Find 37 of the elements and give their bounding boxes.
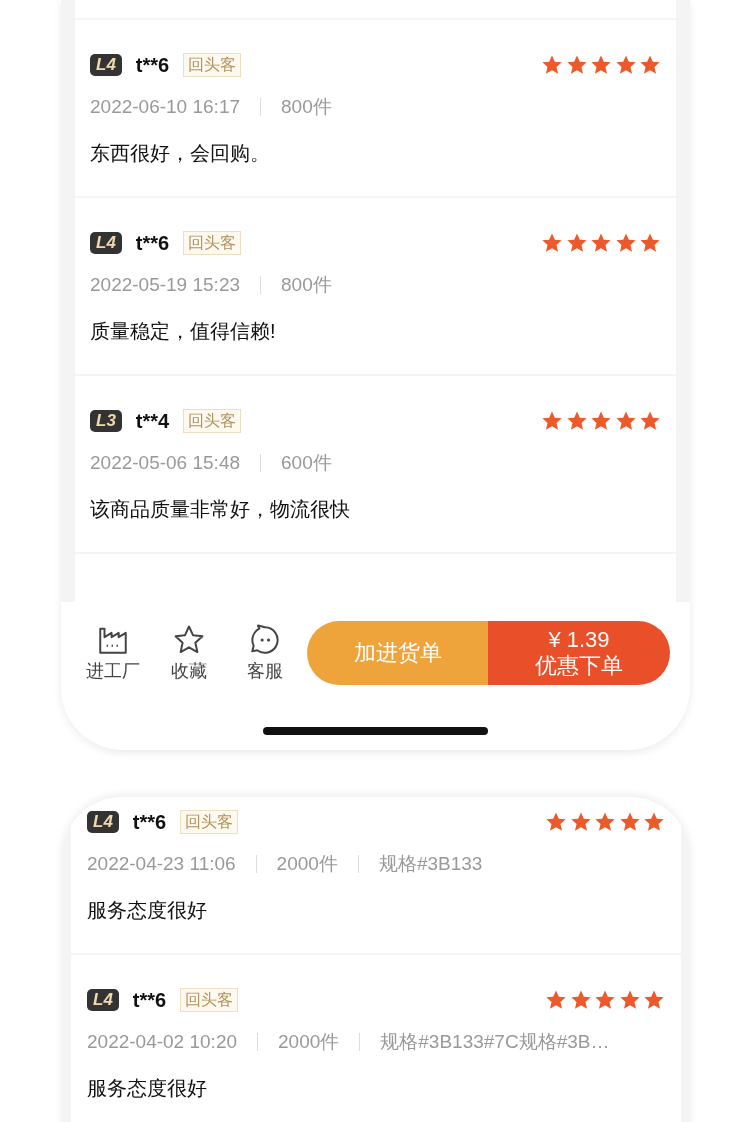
review-text: 该商品质量非常好，物流很快 <box>90 497 351 522</box>
level-badge: L4 <box>87 989 119 1011</box>
order-button[interactable]: ¥ 1.39 优惠下单 <box>488 621 670 685</box>
review-date: 2022-04-02 10:20 <box>87 1031 237 1053</box>
level-badge: L3 <box>90 410 122 432</box>
user-name: t**4 <box>135 409 170 433</box>
customer-tag: 回头客 <box>180 810 239 834</box>
level-badge: L4 <box>90 232 122 254</box>
customer-tag: 回头客 <box>183 409 242 433</box>
review-text: 东西很好，会回购。 <box>90 141 271 166</box>
user-name: t**6 <box>132 810 167 834</box>
review-text: 服务态度很好 <box>87 1076 208 1101</box>
toolbar-action[interactable]: 收藏 <box>151 623 227 683</box>
chat-bubble-icon <box>248 623 282 657</box>
product-spec: 规格#3B133 <box>378 852 483 876</box>
user-name: t**6 <box>135 231 170 255</box>
product-spec: 规格#3B133#7C规格#3B… <box>380 1030 610 1054</box>
user-name: t**6 <box>135 53 170 77</box>
review-date: 2022-06-10 16:17 <box>90 96 240 118</box>
order-quantity: 600件 <box>281 451 332 475</box>
level-badge: L4 <box>90 54 122 76</box>
customer-tag: 回头客 <box>183 231 242 255</box>
customer-tag: 回头客 <box>183 53 242 77</box>
order-quantity: 800件 <box>281 95 332 119</box>
review-date: 2022-05-06 15:48 <box>90 452 240 474</box>
toolbar-action[interactable]: 进工厂 <box>75 623 151 683</box>
level-badge: L4 <box>87 811 119 833</box>
order-quantity: 2000件 <box>278 1030 340 1054</box>
review-date: 2022-05-19 15:23 <box>90 274 240 296</box>
toolbar-action[interactable]: 客服 <box>227 623 303 683</box>
order-quantity: 2000件 <box>276 852 338 876</box>
customer-tag: 回头客 <box>180 988 239 1012</box>
review-text: 质量稳定，值得信赖! <box>90 319 277 344</box>
user-name: t**6 <box>132 988 167 1012</box>
review-date: 2022-04-23 11:06 <box>87 853 236 875</box>
order-quantity: 800件 <box>281 273 332 297</box>
review-text: 服务态度很好 <box>87 898 208 923</box>
